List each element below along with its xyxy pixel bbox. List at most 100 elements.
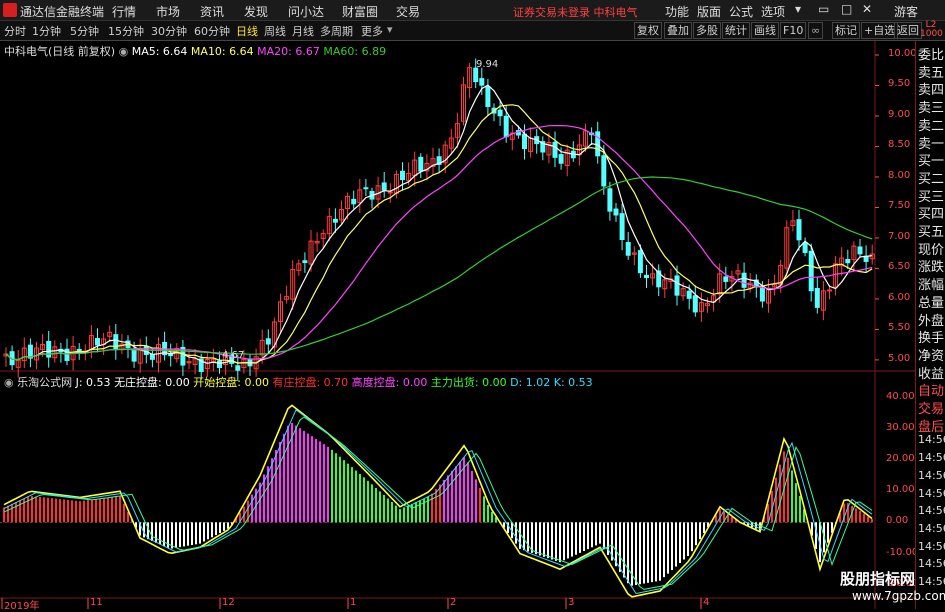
side-panel-item: 卖一 xyxy=(918,136,945,152)
btn-multi-stock[interactable]: 多股 xyxy=(693,22,721,39)
price-tick: 9.50 xyxy=(888,78,911,90)
menu-formula[interactable]: 公式 xyxy=(729,3,753,20)
candle-body xyxy=(613,208,619,216)
collapse-icon[interactable]: ◉ xyxy=(119,45,129,58)
tf-30min[interactable]: 30分钟 xyxy=(151,23,187,39)
ma60-value: MA60: 6.89 xyxy=(323,45,387,58)
side-panel-item: 14:56 xyxy=(918,468,945,482)
tf-1min[interactable]: 1分钟 xyxy=(32,23,61,39)
candle-body xyxy=(473,67,479,83)
btn-back[interactable]: 返回 xyxy=(894,22,922,39)
menu-discover[interactable]: 发现 xyxy=(244,3,268,20)
btn-add-favorite[interactable]: +自选 xyxy=(861,22,899,39)
candle-body xyxy=(686,290,692,299)
ind-chuhuo: 主力出货: 0.00 xyxy=(430,376,507,389)
more-chevron-icon[interactable]: ▾ xyxy=(387,23,393,36)
link-icon[interactable]: ∞ xyxy=(808,22,824,39)
menu-wenxiaoda[interactable]: 问小达 xyxy=(288,3,324,20)
menu-layout[interactable]: 版面 xyxy=(697,3,721,20)
side-panel-item: 卖三 xyxy=(918,101,945,117)
side-panel-item: 14:56 xyxy=(918,433,945,447)
ind-kaishi: 开始控盘: 0.00 xyxy=(193,376,269,389)
btn-stats[interactable]: 统计 xyxy=(722,22,750,39)
btn-fuquan[interactable]: 复权 xyxy=(634,22,662,39)
candle-body xyxy=(692,295,698,313)
candle-body xyxy=(149,354,155,360)
d-line xyxy=(3,416,873,590)
tf-weekly[interactable]: 周线 xyxy=(264,23,286,39)
candle-body xyxy=(607,188,613,212)
tf-5min[interactable]: 5分钟 xyxy=(70,23,99,39)
menu-market[interactable]: 市场 xyxy=(156,3,180,20)
candle-body xyxy=(814,287,820,308)
tf-monthly[interactable]: 月线 xyxy=(292,23,314,39)
side-panel-item: 委比 xyxy=(918,48,945,63)
candle-body xyxy=(235,365,241,371)
candle-body xyxy=(522,133,527,150)
side-panel-item: 14:56 xyxy=(918,451,945,465)
price-tick: 8.00 xyxy=(888,169,911,181)
side-panel-item: 现价 xyxy=(918,242,945,258)
candle-body xyxy=(741,272,747,288)
price-header: 中科电气(日线 前复权) ◉ MA5: 6.64 MA10: 6.64 MA20… xyxy=(4,43,386,59)
candle-body xyxy=(265,338,271,345)
price-tick: 6.50 xyxy=(888,261,911,273)
candle-body xyxy=(332,218,338,223)
side-panel-item: 卖四 xyxy=(918,83,945,99)
candle-body xyxy=(217,360,222,368)
side-panel-item: 14:56 xyxy=(918,504,945,518)
btn-overlay[interactable]: 叠加 xyxy=(664,22,692,39)
menu-news[interactable]: 资讯 xyxy=(200,3,224,20)
menu-function[interactable]: 功能 xyxy=(665,3,689,20)
high-annotation: 9.94 xyxy=(476,59,499,70)
tf-fenshi[interactable]: 分时 xyxy=(4,23,26,39)
date-tick: 11 xyxy=(90,597,103,608)
candle-body xyxy=(857,246,863,255)
date-tick: 12 xyxy=(222,597,235,608)
side-panel-item: 换手 xyxy=(918,331,945,347)
side-panel-item: 自动 xyxy=(918,384,945,400)
btn-draw[interactable]: 画线 xyxy=(751,22,779,39)
candle-body xyxy=(619,213,625,240)
app-logo-icon xyxy=(3,3,17,17)
side-panel-item: 卖五 xyxy=(918,65,945,81)
ind-k: K: 0.53 xyxy=(553,376,593,389)
restore-icon[interactable]: ▭ xyxy=(818,2,829,16)
side-panel-item: 14:56 xyxy=(918,539,945,553)
app-title: 通达信金融终端 xyxy=(20,5,105,19)
candle-body xyxy=(485,86,491,107)
level2-badge[interactable]: L2 1000 xyxy=(920,21,943,39)
ma20-value: MA20: 6.67 xyxy=(257,45,320,58)
btn-f10[interactable]: F10 xyxy=(780,22,807,39)
ma10-value: MA10: 6.64 xyxy=(190,45,254,58)
side-panel-item: 交易 xyxy=(918,402,945,417)
tf-more[interactable]: 更多 xyxy=(361,23,383,39)
indicator-tick: 30.00 xyxy=(886,421,915,433)
tf-daily[interactable]: 日线 xyxy=(236,23,258,39)
candle-body xyxy=(845,258,851,264)
side-panel-item: 盘后 xyxy=(918,419,945,435)
low-annotation: 4.67 xyxy=(222,350,245,361)
indicator-header: ◉ 乐淘公式网 J: 0.53 无庄控盘: 0.00 开始控盘: 0.00 有庄… xyxy=(4,374,593,390)
close-icon[interactable]: ✕ xyxy=(862,2,872,16)
candle-body xyxy=(637,250,643,274)
menu-options[interactable]: 选项 xyxy=(761,3,785,20)
tf-60min[interactable]: 60分钟 xyxy=(194,23,230,39)
stock-name: 中科电气(日线 前复权) xyxy=(4,45,116,58)
maximize-icon[interactable]: □ xyxy=(841,2,852,16)
menu-trade[interactable]: 交易 xyxy=(396,3,420,20)
price-tick: 5.50 xyxy=(888,322,911,334)
minimize-icon[interactable]: ▾ xyxy=(795,2,801,16)
menu-quotes[interactable]: 行情 xyxy=(112,3,136,20)
tf-multi[interactable]: 多周期 xyxy=(320,23,353,39)
user-guest[interactable]: 游客 xyxy=(894,3,918,20)
tf-15min[interactable]: 15分钟 xyxy=(108,23,144,39)
side-panel-item: 涨幅 xyxy=(918,278,945,294)
btn-mark[interactable]: 标记 xyxy=(832,22,860,39)
menu-wealth[interactable]: 财富圈 xyxy=(342,3,378,20)
j-line xyxy=(3,404,873,598)
kline-chart[interactable] xyxy=(0,41,915,609)
side-panel-item: 14:56 xyxy=(918,486,945,500)
indicator-toggle-icon[interactable]: ◉ xyxy=(4,376,14,389)
side-panel-item: 14:56 xyxy=(918,557,945,571)
